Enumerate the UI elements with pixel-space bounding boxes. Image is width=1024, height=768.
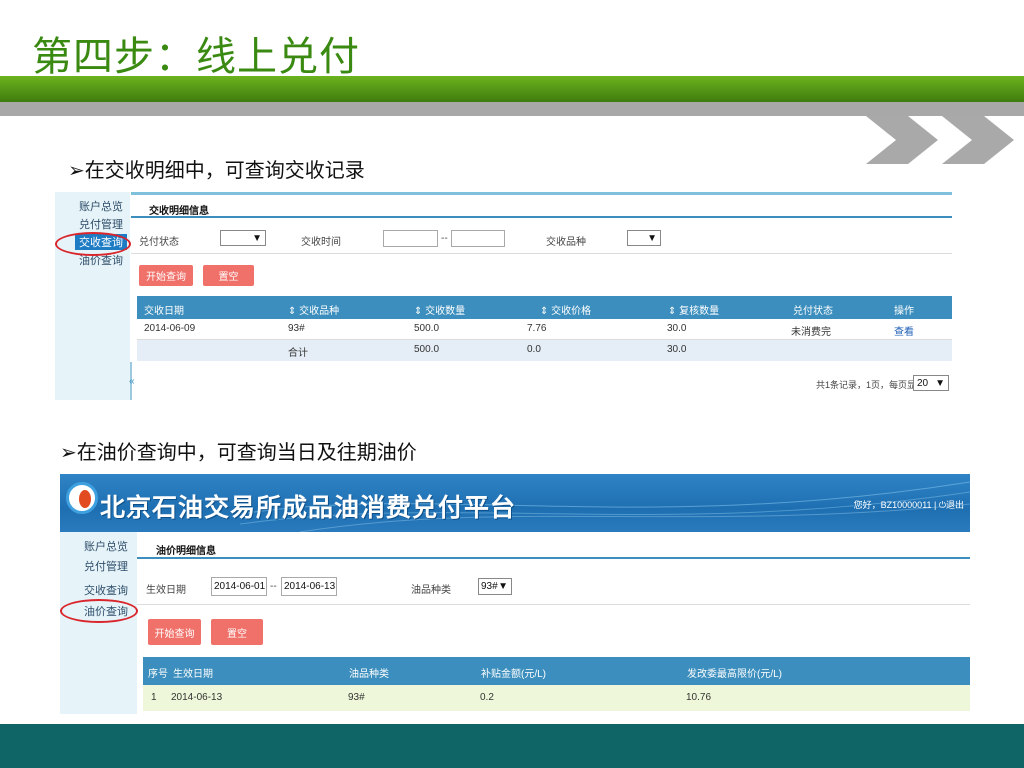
- slide-footer: [0, 724, 1024, 768]
- cell-subsidy: 0.2: [480, 692, 494, 703]
- chevron-down-icon: ▼: [498, 581, 508, 592]
- title-bar-gray: [0, 102, 1024, 116]
- table-header: 交收日期 ⇕ 交收品种 ⇕ 交收数量 ⇕ 交收价格 ⇕ 复核数量 兑付状态 操作: [137, 296, 952, 319]
- date-from-input[interactable]: 2014-06-01: [211, 577, 267, 596]
- status-select[interactable]: ▼: [220, 230, 266, 246]
- sidebar-item-redemption[interactable]: 兑付管理: [79, 216, 123, 232]
- total-price: 0.0: [527, 344, 541, 355]
- status-label: 兑付状态: [139, 237, 179, 248]
- col-product[interactable]: ⇕ 交收品种: [288, 302, 339, 317]
- page-size-value: 20: [917, 377, 929, 389]
- product-select[interactable]: ▼: [627, 230, 661, 246]
- time-separator: --: [441, 233, 448, 244]
- platform-title: 北京石油交易所成品油消费兑付平台: [100, 494, 517, 522]
- total-label: 合计: [288, 348, 308, 359]
- search-button[interactable]: 开始查询: [139, 265, 193, 286]
- cell-quantity: 500.0: [414, 323, 440, 334]
- sidebar-item-account-overview[interactable]: 账户总览: [79, 198, 123, 214]
- cell-product: 93#: [288, 323, 305, 334]
- logo-flame-icon: [79, 490, 91, 508]
- highlight-ring: [60, 599, 138, 623]
- table-header: 序号 生效日期 油品种类 补贴金额(元/L) 发改委最高限价(元/L): [143, 657, 970, 685]
- col-price[interactable]: ⇕ 交收价格: [540, 302, 591, 317]
- slide-title: 第四步：线上兑付: [32, 34, 360, 80]
- screenshot-oil-price-details: 北京石油交易所成品油消费兑付平台 您好，BZ10000011 | ⏻退出 账户总…: [60, 474, 970, 714]
- user-greeting[interactable]: 您好，BZ10000011 | ⏻退出: [854, 498, 964, 511]
- collapse-toggle[interactable]: «: [129, 376, 135, 387]
- table-total-row: 合计 500.0 0.0 30.0: [137, 340, 952, 361]
- col-oil-type[interactable]: 油品种类: [349, 665, 389, 680]
- col-max-price[interactable]: 发改委最高限价(元/L): [687, 665, 782, 680]
- tab-underline: [131, 216, 952, 218]
- screenshot-settlement-details: 账户总览 兑付管理 交收查询 油价查询 交收明细信息 兑付状态 ▼ 交收时间 -…: [55, 192, 952, 400]
- col-settle-date[interactable]: 交收日期: [144, 302, 184, 317]
- page-size-select[interactable]: 20 ▼: [913, 375, 949, 391]
- cell-max-price: 10.76: [686, 692, 712, 703]
- search-button[interactable]: 开始查询: [148, 619, 201, 645]
- time-to-input[interactable]: [451, 230, 505, 247]
- oil-type-label: 油品种类: [411, 585, 451, 596]
- chevron-down-icon: ▼: [935, 377, 945, 389]
- product-label: 交收品种: [546, 237, 586, 248]
- view-link[interactable]: 查看: [894, 323, 914, 338]
- cell-checked-qty: 30.0: [667, 323, 687, 334]
- sidebar-item-settlement-query[interactable]: 交收查询: [84, 582, 128, 598]
- tab-settlement-details[interactable]: 交收明细信息: [149, 202, 209, 217]
- logo-icon: [66, 482, 98, 514]
- date-separator: --: [270, 581, 277, 592]
- col-status: 兑付状态: [793, 306, 833, 317]
- platform-banner: 北京石油交易所成品油消费兑付平台 您好，BZ10000011 | ⏻退出: [60, 474, 970, 532]
- bullet-1: ➢在交收明细中，可查询交收记录: [68, 158, 365, 182]
- filter-divider: [137, 604, 970, 605]
- total-quantity: 500.0: [414, 344, 440, 355]
- tab-price-details[interactable]: 油价明细信息: [156, 542, 216, 557]
- cell-date: 2014-06-09: [144, 323, 196, 334]
- tab-underline: [137, 557, 970, 559]
- filter-divider: [131, 253, 952, 254]
- highlight-ring: [55, 232, 131, 256]
- chevron-arrows-icon: [866, 116, 1014, 164]
- sidebar: 账户总览 兑付管理 交收查询 油价查询: [55, 192, 131, 400]
- effective-date-label: 生效日期: [146, 585, 186, 596]
- col-index: 序号: [148, 669, 168, 680]
- col-quantity[interactable]: ⇕ 交收数量: [414, 302, 465, 317]
- sidebar-item-redemption[interactable]: 兑付管理: [84, 558, 128, 574]
- sidebar: 账户总览 兑付管理 交收查询 油价查询: [60, 532, 138, 714]
- time-label: 交收时间: [301, 237, 341, 248]
- cell-index: 1: [151, 692, 157, 703]
- table-row: 1 2014-06-13 93# 0.2 10.76: [143, 685, 970, 711]
- cell-oil-type: 93#: [348, 692, 365, 703]
- total-checked-qty: 30.0: [667, 344, 687, 355]
- sidebar-item-account-overview[interactable]: 账户总览: [84, 538, 128, 554]
- table-row: 2014-06-09 93# 500.0 7.76 30.0 未消费完 查看: [137, 319, 952, 340]
- col-action: 操作: [894, 306, 914, 317]
- bullet-2: ➢在油价查询中，可查询当日及往期油价: [60, 440, 417, 464]
- reset-button[interactable]: 置空: [203, 265, 254, 286]
- cell-status: 未消费完: [791, 327, 831, 338]
- title-bar-green: [0, 76, 1024, 102]
- time-from-input[interactable]: [383, 230, 438, 247]
- cell-price: 7.76: [527, 323, 547, 334]
- top-rule: [131, 192, 952, 195]
- date-to-input[interactable]: 2014-06-13: [281, 577, 337, 596]
- cell-effective-date: 2014-06-13: [171, 692, 223, 703]
- oil-type-select[interactable]: 93# ▼: [478, 578, 512, 595]
- col-checked-qty[interactable]: ⇕ 复核数量: [668, 302, 719, 317]
- oil-type-value: 93#: [481, 581, 498, 592]
- pager-text: 共1条记录，1页，每页显示: [816, 380, 926, 390]
- col-effective-date[interactable]: 生效日期: [173, 665, 213, 680]
- reset-button[interactable]: 置空: [211, 619, 263, 645]
- col-subsidy[interactable]: 补贴金额(元/L): [481, 665, 546, 680]
